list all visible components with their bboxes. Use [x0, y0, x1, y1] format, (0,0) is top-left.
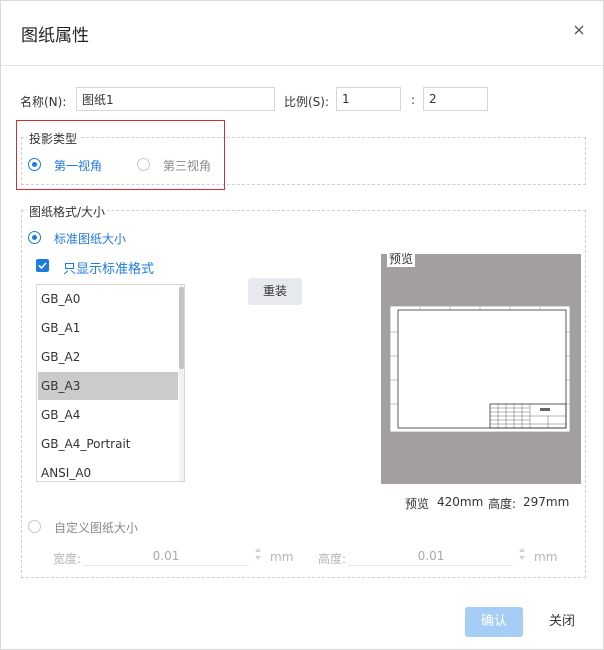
- custom-height-unit: mm: [534, 550, 558, 564]
- dialog-title: 图纸属性: [21, 26, 89, 46]
- paper-format-list[interactable]: GB_A0 GB_A1 GB_A2 GB_A3 GB_A4 GB_A4_Port…: [36, 284, 185, 482]
- list-scrollbar-thumb[interactable]: [179, 287, 184, 369]
- scale-numerator-input[interactable]: [336, 87, 401, 111]
- list-scrollbar[interactable]: [179, 285, 184, 481]
- header-divider: [1, 65, 603, 66]
- scale-denominator-input[interactable]: [423, 87, 488, 111]
- close-button[interactable]: 关闭: [538, 607, 586, 637]
- format-legend: 图纸格式/大小: [27, 203, 108, 220]
- custom-size-label[interactable]: 自定义图纸大小: [54, 519, 138, 536]
- preview-label: 预览: [387, 250, 416, 267]
- list-item[interactable]: GB_A2: [38, 343, 178, 371]
- only-standard-label[interactable]: 只显示标准格式: [63, 258, 154, 277]
- only-standard-checkbox[interactable]: [36, 259, 49, 272]
- list-item[interactable]: GB_A1: [38, 314, 178, 342]
- list-item[interactable]: GB_A4_Portrait: [38, 430, 178, 458]
- standard-size-radio[interactable]: [28, 231, 41, 244]
- check-icon: [38, 262, 47, 270]
- reset-button[interactable]: 重装: [248, 278, 302, 305]
- list-item[interactable]: GB_A4: [38, 401, 178, 429]
- drawing-properties-dialog: 图纸属性 名称(N): 比例(S): : 投影类型 第一视角 第三视角 图纸格式…: [0, 0, 604, 650]
- preview-info-label: 预览: [405, 497, 430, 511]
- scale-label: 比例(S):: [284, 95, 330, 109]
- width-spinner-icon[interactable]: [254, 545, 262, 563]
- custom-size-radio[interactable]: [28, 520, 41, 533]
- custom-height-input[interactable]: [349, 546, 513, 566]
- name-label: 名称(N):: [20, 95, 67, 109]
- sheet-preview: [390, 306, 570, 432]
- name-input[interactable]: [76, 87, 275, 111]
- confirm-button[interactable]: 确认: [465, 607, 523, 637]
- preview-height-label: 高度:: [488, 497, 517, 511]
- list-item[interactable]: GB_A0: [38, 285, 178, 313]
- custom-width-unit: mm: [270, 550, 294, 564]
- close-icon[interactable]: [572, 23, 586, 37]
- height-spinner-icon[interactable]: [518, 545, 526, 563]
- custom-width-label: 宽度:: [53, 552, 82, 566]
- preview-width-value: 420mm: [437, 495, 484, 509]
- custom-height-label: 高度:: [318, 552, 347, 566]
- list-item[interactable]: ANSI_A0: [38, 459, 178, 481]
- list-item-selected[interactable]: GB_A3: [38, 372, 178, 400]
- scale-separator: :: [411, 93, 416, 107]
- preview-height-value: 297mm: [523, 495, 570, 509]
- highlight-box: [16, 120, 225, 190]
- custom-width-input[interactable]: [83, 546, 249, 566]
- standard-size-label[interactable]: 标准图纸大小: [54, 230, 126, 247]
